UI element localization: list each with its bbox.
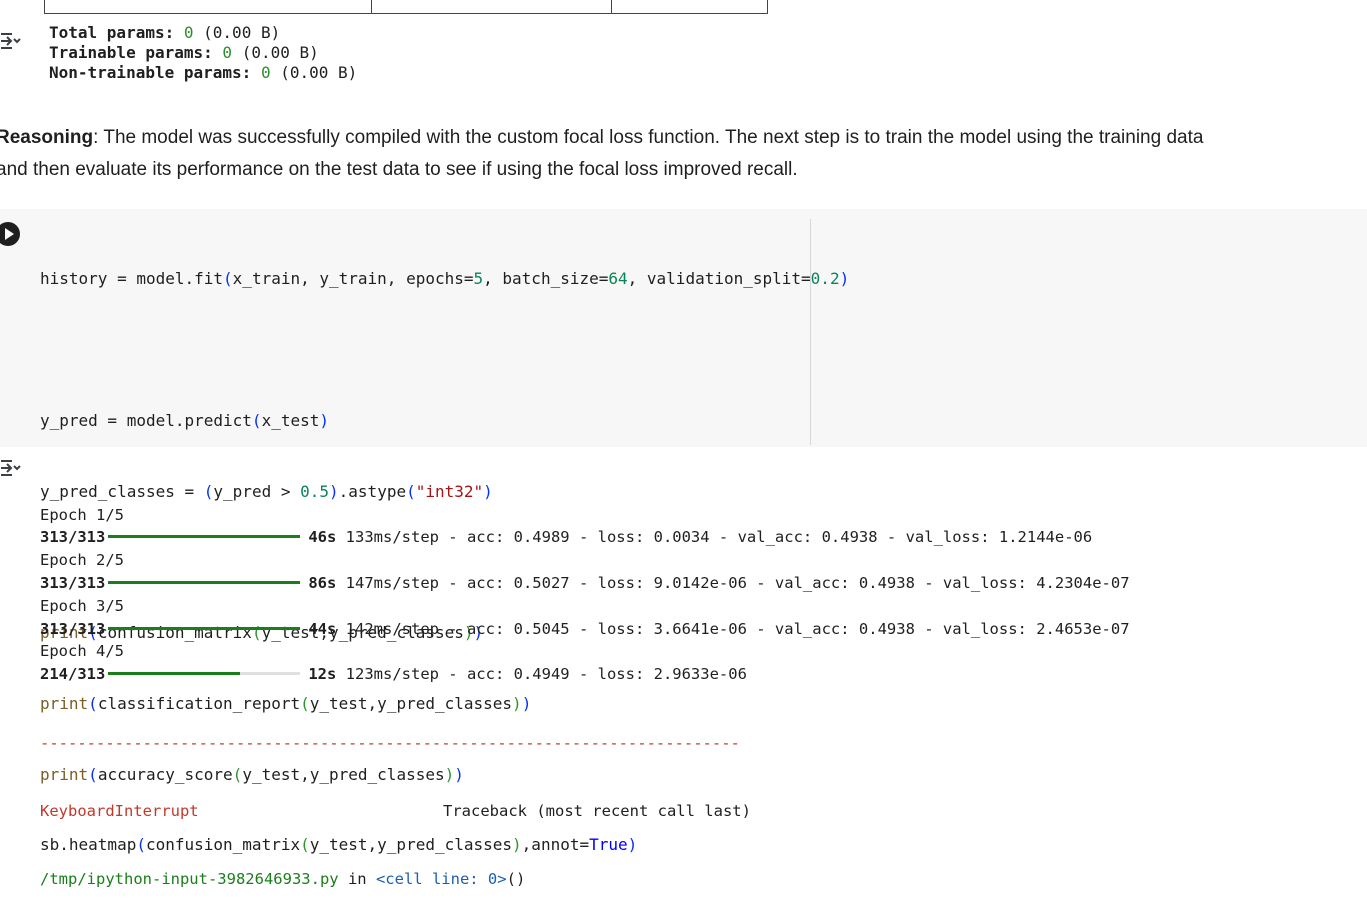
traceback-location: /tmp/ipython-input-3982646933.py in <cel…: [40, 870, 526, 889]
epoch-progress-fill: [108, 626, 301, 630]
total-params-value: 0: [183, 23, 194, 42]
step-count: 313/313: [40, 528, 106, 547]
step-count: 214/313: [40, 665, 106, 684]
epoch-time: 44s: [308, 619, 337, 638]
error-separator: ----------------------------------------…: [40, 733, 740, 752]
table-divider: [371, 0, 372, 13]
epoch-progress-bar: [108, 626, 301, 630]
cell-ref: <cell line: 0>: [375, 870, 507, 889]
nontrainable-params-size: (0.00 B): [280, 63, 358, 82]
model-params-summary: Total params: 0 (0.00 B) Trainable param…: [49, 23, 357, 83]
trainable-params-label: Trainable params:: [49, 43, 213, 62]
trainable-params-size: (0.00 B): [241, 43, 319, 62]
epoch-progress-bar: [108, 672, 301, 676]
epoch-metrics: 142ms/step - acc: 0.5045 - loss: 3.6641e…: [336, 619, 1130, 638]
trainable-params-value: 0: [222, 43, 233, 62]
epoch-metrics: 133ms/step - acc: 0.4989 - loss: 0.0034 …: [336, 528, 1093, 547]
epoch-time: 86s: [308, 573, 337, 592]
code-line: history = model.fit(x_train, y_train, ep…: [40, 269, 850, 289]
reasoning-label: Reasoning: [0, 127, 94, 148]
epoch-progress-line: 313/313 46s 133ms/step - acc: 0.4989 - lo…: [40, 526, 1130, 549]
reasoning-text-cell: Reasoning: The model was successfully co…: [0, 122, 1236, 186]
error-name: KeyboardInterrupt: [40, 801, 199, 820]
epoch-metrics: 123ms/step - acc: 0.4949 - loss: 2.9633e…: [336, 665, 747, 684]
error-header: KeyboardInterrupt Traceback (most recent …: [40, 800, 1130, 823]
table-divider: [611, 0, 612, 13]
epoch-header: Epoch 3/5: [40, 596, 124, 615]
step-count: 313/313: [40, 573, 106, 592]
output-actions-icon[interactable]: [0, 459, 22, 477]
epoch-progress-line: 313/313 86s 147ms/step - acc: 0.5027 - lo…: [40, 572, 1130, 595]
epoch-progress-fill: [108, 672, 240, 676]
epoch-progress-bar: [108, 535, 301, 539]
epoch-header: Epoch 1/5: [40, 505, 124, 524]
epoch-time: 12s: [308, 665, 337, 684]
cell-output: Epoch 1/5 313/313 46s 133ms/step - acc: 0.…: [40, 458, 1130, 914]
epoch-progress-line: 214/313 12s 123ms/step - acc: 0.4949 - lo…: [40, 663, 1130, 686]
step-count: 313/313: [40, 619, 106, 638]
total-params-size: (0.00 B): [203, 23, 281, 42]
epoch-progress-fill: [108, 535, 301, 539]
output-actions-icon[interactable]: [0, 32, 22, 50]
epoch-metrics: 147ms/step - acc: 0.5027 - loss: 9.0142e…: [336, 573, 1130, 592]
epoch-header: Epoch 4/5: [40, 642, 124, 661]
epoch-time: 46s: [308, 528, 337, 547]
reasoning-body: : The model was successfully compiled wi…: [0, 127, 1204, 180]
nontrainable-params-value: 0: [260, 63, 271, 82]
epoch-progress-fill: [108, 580, 301, 584]
epoch-progress-line: 313/313 44s 142ms/step - acc: 0.5045 - lo…: [40, 618, 1130, 641]
model-summary-table-bottom: [44, 0, 768, 14]
epoch-header: Epoch 2/5: [40, 551, 124, 570]
traceback-file-link[interactable]: /tmp/ipython-input-3982646933.py: [40, 870, 339, 888]
traceback-label: Traceback (most recent call last): [443, 801, 751, 820]
epoch-progress-bar: [108, 580, 301, 584]
nontrainable-params-label: Non-trainable params:: [49, 63, 252, 82]
total-params-label: Total params:: [49, 23, 175, 42]
code-line: y_pred = model.predict(x_test): [40, 410, 329, 430]
